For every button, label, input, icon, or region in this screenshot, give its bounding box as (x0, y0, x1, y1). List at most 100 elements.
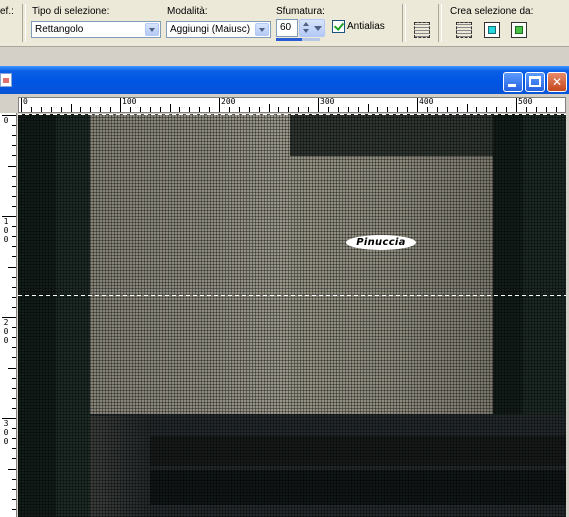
mode-label: Modalità: (167, 6, 208, 17)
ruler-tick (90, 107, 92, 112)
feather-value: 60 (280, 22, 292, 33)
ruler-tick (12, 205, 16, 207)
ruler-tick (397, 107, 399, 112)
spin-up-icon[interactable] (303, 22, 309, 26)
ruler-tick (12, 195, 16, 197)
ruler-tick (258, 107, 260, 112)
document-title-bar[interactable] (0, 66, 569, 94)
ruler-tick (327, 107, 329, 112)
ruler-tick (308, 107, 310, 112)
ruler-tick (426, 107, 428, 112)
ruler-tick (476, 107, 478, 112)
selection-type-label: Tipo di selezione: (32, 6, 110, 17)
ruler-tick (8, 468, 16, 470)
ruler-tick (12, 387, 16, 389)
ruler-tick (209, 107, 211, 112)
ruler-tick (12, 306, 16, 308)
feather-input[interactable]: 60 (276, 19, 298, 37)
fine-texture-overlay (18, 114, 566, 517)
ruler-tick (12, 175, 16, 177)
ruler-tick (12, 135, 16, 137)
mode-dropdown[interactable]: Aggiungi (Maiusc) (166, 21, 271, 38)
toolbar-separator (438, 4, 442, 42)
ruler-tick (228, 107, 230, 112)
feather-slider[interactable] (276, 38, 320, 41)
toolbar-separator (22, 4, 26, 42)
ruler-tick (268, 104, 270, 112)
ruler-tick (387, 107, 389, 112)
ruler-label: 0 (3, 116, 9, 125)
ruler-tick (12, 286, 16, 288)
close-button[interactable]: ✕ (547, 72, 567, 92)
feather-slider-fill (276, 38, 303, 41)
ruler-tick (159, 107, 161, 112)
ruler-tick (12, 397, 16, 399)
ruler-tick (516, 98, 517, 112)
ruler-tick (60, 107, 62, 112)
ruler-tick (12, 276, 16, 278)
selection-type-dropdown[interactable]: Rettangolo (31, 21, 161, 38)
chevron-down-icon[interactable] (145, 23, 159, 36)
ruler-label: 1 0 0 (3, 217, 9, 244)
ruler-tick (12, 478, 16, 480)
selection-toolbar: ef.: Tipo di selezione: Rettangolo Modal… (0, 0, 569, 47)
ruler-tick (12, 438, 16, 440)
ruler-tick (318, 98, 319, 112)
ruler-label: 500 (518, 97, 533, 106)
ruler-tick (377, 107, 379, 112)
ruler-tick (12, 155, 16, 157)
ruler-tick (12, 458, 16, 460)
ruler-tick (525, 107, 527, 112)
ruler-tick (407, 107, 409, 112)
ruler-tick (120, 98, 121, 112)
ruler-tick (139, 107, 141, 112)
ruler-tick (248, 107, 250, 112)
ruler-tick (8, 367, 16, 369)
ruler-label: 2 0 0 (3, 318, 9, 345)
chevron-down-icon[interactable] (314, 26, 322, 31)
image-canvas[interactable]: Pinuccia (18, 114, 566, 517)
ruler-tick (80, 107, 82, 112)
ruler-tick (21, 98, 22, 112)
ruler-tick (12, 226, 16, 228)
ruler-tick (12, 377, 16, 379)
ruler-tick (8, 165, 16, 167)
ruler-tick (347, 107, 349, 112)
vertical-ruler[interactable]: 0 1 0 0 2 0 0 3 0 0 (0, 113, 17, 517)
ruler-label: 0 (23, 97, 28, 106)
selection-from-all-layers-icon[interactable] (511, 22, 527, 38)
selection-grid-icon[interactable] (414, 22, 430, 38)
ruler-tick (189, 107, 191, 112)
ruler-label: 3 0 0 (3, 419, 9, 446)
ruler-tick (100, 107, 102, 112)
ruler-tick (12, 488, 16, 490)
antialias-checkbox[interactable] (332, 20, 345, 33)
ruler-tick (8, 266, 16, 268)
ruler-tick (12, 357, 16, 359)
minimize-button[interactable] (503, 72, 523, 92)
maximize-icon (529, 76, 541, 87)
watermark-label: Pinuccia (346, 235, 416, 250)
chevron-down-icon[interactable] (255, 23, 269, 36)
ruler-tick (337, 107, 339, 112)
selection-from-mask-icon[interactable] (484, 22, 500, 38)
ruler-tick (12, 246, 16, 248)
ruler-tick (446, 107, 448, 112)
spin-down-icon[interactable] (303, 29, 309, 33)
horizontal-ruler[interactable]: 0 100 200 300 400 500 (18, 97, 566, 113)
ruler-tick (12, 407, 16, 409)
ruler-tick (545, 107, 547, 112)
ruler-tick (219, 98, 220, 112)
ruler-tick (417, 98, 418, 112)
ruler-tick (149, 107, 151, 112)
selection-from-layer-icon[interactable] (456, 22, 472, 38)
image-document-icon (0, 73, 12, 87)
ruler-label: 300 (320, 97, 335, 106)
truncated-label: ef.: (0, 6, 14, 17)
ruler-tick (12, 185, 16, 187)
maximize-button[interactable] (525, 72, 545, 92)
ruler-tick (486, 107, 488, 112)
feather-spinner[interactable] (299, 19, 325, 37)
ruler-tick (12, 327, 16, 329)
ruler-tick (110, 107, 112, 112)
